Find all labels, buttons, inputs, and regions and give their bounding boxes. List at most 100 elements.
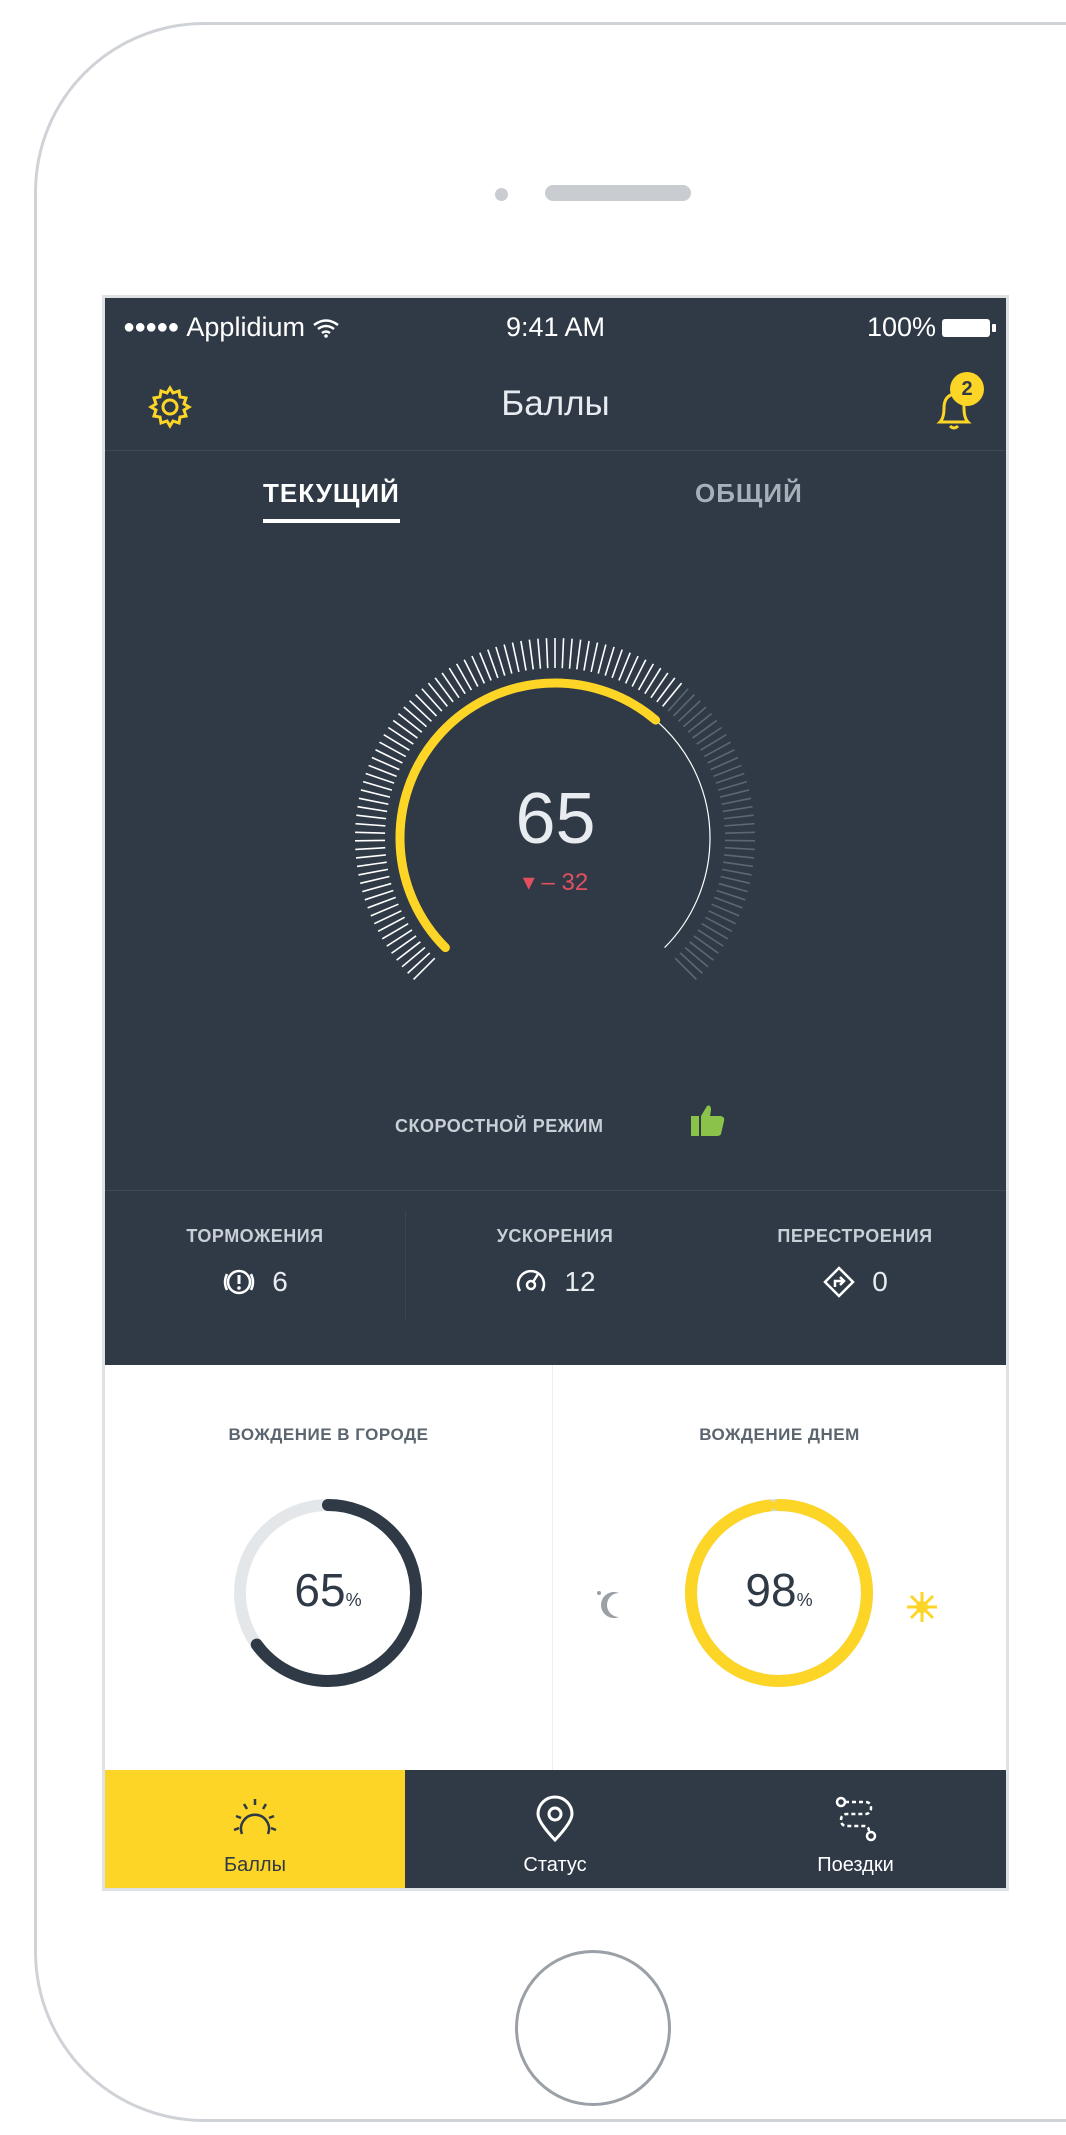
gauge-tick bbox=[495, 646, 506, 676]
gauge-tick bbox=[723, 861, 754, 868]
gauge-tick bbox=[448, 667, 466, 695]
gauge-tick bbox=[689, 941, 714, 961]
tab-bar-label: Статус bbox=[523, 1854, 587, 1876]
stat-value: 12 bbox=[564, 1266, 596, 1297]
gauge-tick bbox=[396, 941, 421, 961]
gauge-tick bbox=[656, 677, 676, 703]
gauge-tick bbox=[697, 929, 724, 947]
score-delta-value: – 32 bbox=[541, 869, 589, 896]
gauge-tick bbox=[604, 646, 615, 676]
gauge-tick bbox=[397, 712, 423, 733]
notification-badge: 2 bbox=[950, 372, 984, 406]
stat-label: ПЕРЕСТРОЕНИЯ bbox=[777, 1226, 933, 1246]
gauge-tick bbox=[611, 649, 623, 679]
gauge-tick bbox=[545, 638, 549, 669]
gauge-tick bbox=[403, 706, 428, 728]
gauge-tick bbox=[511, 642, 520, 673]
day-driving-value: 98% bbox=[745, 1564, 813, 1616]
gauge-tick bbox=[391, 935, 417, 954]
speaker bbox=[545, 185, 691, 201]
gauge-tick bbox=[407, 952, 431, 974]
score-value: 65 bbox=[515, 779, 596, 859]
gauge-tick bbox=[583, 640, 590, 671]
stat-value: 6 bbox=[272, 1266, 288, 1297]
city-driving-donut: 65% bbox=[228, 1493, 428, 1693]
gauge-tick bbox=[661, 682, 683, 707]
nav-bar: Баллы 2 bbox=[105, 370, 1006, 451]
moon-icon bbox=[597, 1591, 619, 1618]
tab-bar-label: Поездки bbox=[817, 1854, 894, 1876]
stat-value: 0 bbox=[872, 1266, 888, 1297]
brake-icon bbox=[223, 1269, 255, 1295]
gauge-tick bbox=[568, 638, 573, 669]
gauge-tick bbox=[421, 688, 443, 712]
gauge-tick bbox=[503, 644, 513, 674]
tab-bar-label: Баллы bbox=[224, 1854, 286, 1876]
page-title: Баллы bbox=[501, 384, 610, 423]
gauge-tick bbox=[409, 700, 432, 722]
gauge-tick bbox=[528, 639, 535, 670]
gauge-tick bbox=[687, 712, 713, 733]
gauge-tick bbox=[684, 946, 709, 968]
speedometer-icon bbox=[517, 1269, 546, 1292]
gauge-tick bbox=[597, 644, 607, 674]
tab-bar-status[interactable]: Статус bbox=[405, 1770, 705, 1888]
gauge-tick bbox=[427, 682, 449, 707]
stat-braking: ТОРМОЖЕНИЯ 6 bbox=[105, 1226, 405, 1299]
day-driving-label: ВОЖДЕНИЕ ДНЕМ bbox=[699, 1425, 860, 1444]
battery-icon bbox=[942, 318, 996, 337]
speed-mode-label: СКОРОСТНОЙ РЕЖИМ bbox=[395, 1116, 604, 1136]
battery-percent: 100% bbox=[866, 312, 936, 342]
stat-lane-changes: ПЕРЕСТРОЕНИЯ 0 bbox=[705, 1226, 1005, 1299]
gauge-tick bbox=[667, 688, 689, 712]
gauge-tick bbox=[672, 694, 695, 717]
gauge-tick bbox=[401, 946, 426, 968]
route-icon bbox=[835, 1796, 876, 1842]
gauge-tick bbox=[561, 638, 565, 669]
stat-acceleration: УСКОРЕНИЯ 12 bbox=[405, 1226, 705, 1299]
stat-label: УСКОРЕНИЯ bbox=[496, 1226, 614, 1246]
sun-icon bbox=[907, 1592, 937, 1622]
gauge-tick bbox=[682, 706, 707, 728]
gauge-tick bbox=[590, 642, 599, 673]
tab-bar-trips[interactable]: Поездки bbox=[705, 1770, 1006, 1888]
gauge-tick bbox=[392, 719, 418, 739]
lane-change-icon bbox=[823, 1266, 855, 1298]
score-tabs: ТЕКУЩИЙ ОБЩИЙ bbox=[105, 478, 1006, 538]
gauge-tick bbox=[441, 672, 460, 699]
gauge-tick bbox=[674, 957, 697, 980]
gauge-tick bbox=[696, 726, 723, 745]
city-driving-value: 65% bbox=[294, 1564, 362, 1616]
gauge-tick bbox=[520, 640, 527, 671]
tab-current[interactable]: ТЕКУЩИЙ bbox=[263, 478, 400, 523]
gauge-tick bbox=[381, 923, 409, 940]
gauge-tick bbox=[356, 861, 387, 868]
stat-label: ТОРМОЖЕНИЯ bbox=[186, 1226, 324, 1246]
stats-row: ТОРМОЖЕНИЯ 6 УСКОРЕНИЯ 12 ПЕРЕСТРОЕНИЯ 0 bbox=[105, 1191, 1006, 1361]
thumbs-up-icon bbox=[691, 1105, 725, 1136]
score-delta: ▾ – 32 bbox=[522, 869, 589, 896]
gauge-icon bbox=[233, 1799, 277, 1835]
gauge-tick bbox=[637, 663, 655, 691]
tab-bar: Баллы Статус Поездки bbox=[105, 1770, 1006, 1888]
gauge-tick bbox=[575, 639, 582, 670]
gauge-tick bbox=[537, 638, 542, 669]
location-pin-icon bbox=[536, 1795, 574, 1843]
gauge-tick bbox=[386, 929, 413, 947]
gauge-tick bbox=[701, 923, 729, 940]
gauge-tick bbox=[455, 663, 473, 691]
gauge-tick bbox=[644, 667, 662, 695]
gauge-tick bbox=[487, 649, 499, 679]
driving-cards: ВОЖДЕНИЕ В ГОРОДЕ 65% ВОЖДЕНИЕ ДНЕМ 98% bbox=[105, 1365, 1006, 1770]
gauge-tick bbox=[415, 694, 438, 717]
tab-total[interactable]: ОБЩИЙ bbox=[695, 478, 803, 509]
gauge-tick bbox=[413, 957, 436, 980]
status-bar: ●●●●● Applidium 9:41 AM 100% bbox=[105, 298, 1006, 358]
gauge-tick bbox=[700, 734, 727, 751]
camera bbox=[495, 188, 508, 201]
city-driving-label: ВОЖДЕНИЕ В ГОРОДЕ bbox=[228, 1425, 429, 1444]
tab-bar-scores[interactable]: Баллы bbox=[105, 1770, 405, 1888]
gauge-tick bbox=[383, 734, 410, 751]
gauge-tick bbox=[679, 952, 703, 974]
home-button[interactable] bbox=[515, 1950, 671, 2106]
